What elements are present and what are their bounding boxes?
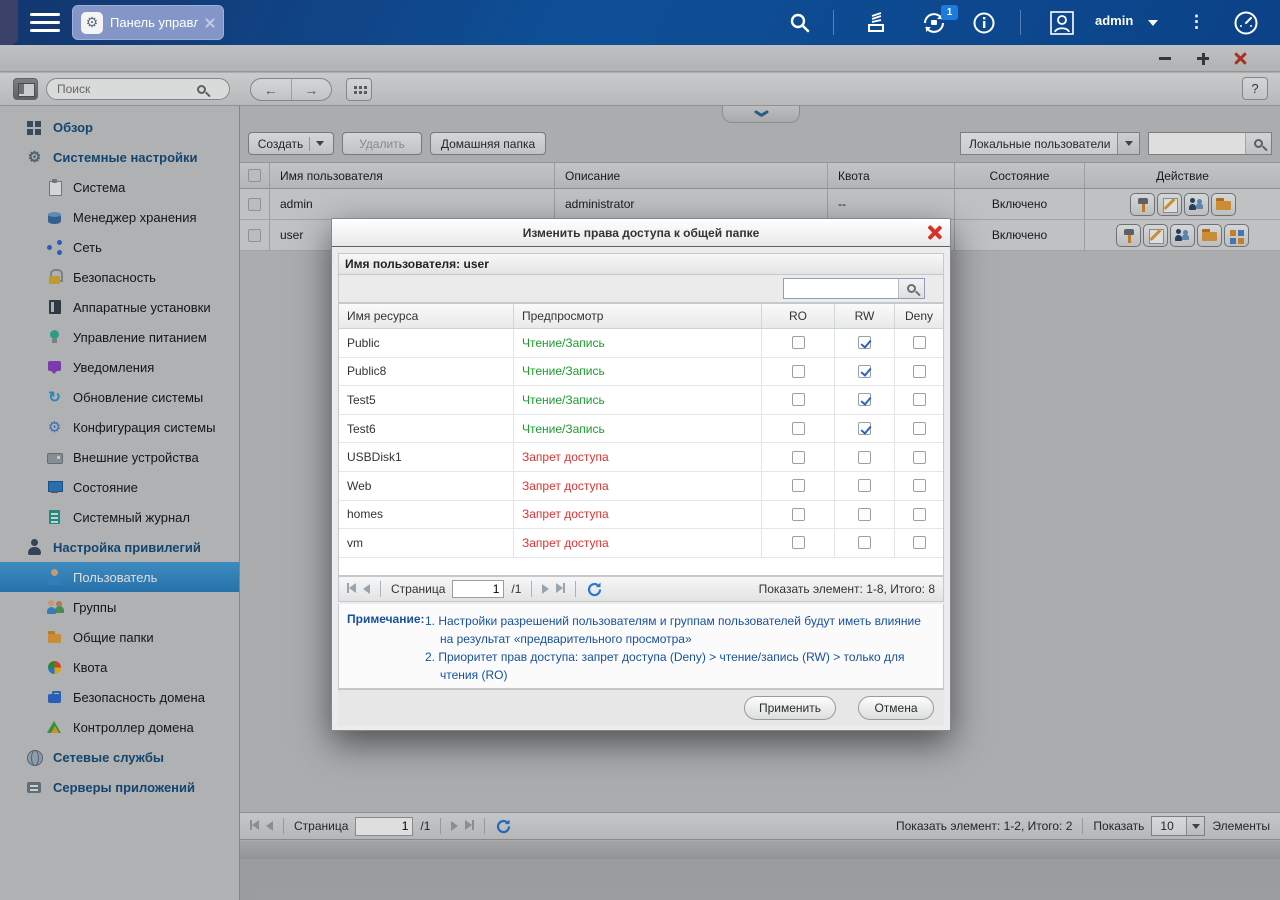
dialog-close-icon[interactable] <box>926 225 941 240</box>
ro-checkbox[interactable] <box>791 450 805 464</box>
folder-search[interactable] <box>783 278 925 299</box>
prev-page-icon[interactable] <box>363 584 370 594</box>
chevron-down-icon <box>1148 20 1158 26</box>
page-count: /1 <box>511 582 522 596</box>
col-rw[interactable]: RW <box>835 304 895 328</box>
deny-checkbox[interactable] <box>912 364 926 378</box>
tab-label: Панель управл... <box>110 15 198 30</box>
tab-control-panel[interactable]: ⚙ Панель управл... <box>72 5 224 40</box>
permissions-table-header: Имя ресурса Предпросмотр RO RW Deny <box>339 304 943 329</box>
next-page-icon[interactable] <box>542 584 550 594</box>
deny-checkbox[interactable] <box>912 507 926 521</box>
ro-checkbox[interactable] <box>791 479 805 493</box>
rw-checkbox[interactable] <box>858 507 871 521</box>
dashboard-gauge-icon[interactable] <box>1232 9 1260 37</box>
permission-row: USBDisk1 Запрет доступа <box>339 443 943 472</box>
col-deny[interactable]: Deny <box>895 304 943 328</box>
rw-checkbox[interactable] <box>858 422 871 436</box>
dialog-footer: Применить Отмена <box>338 689 944 726</box>
folder-search-input[interactable] <box>784 281 898 296</box>
permission-row: Test5 Чтение/Запись <box>339 386 943 415</box>
divider <box>1020 10 1021 35</box>
permission-row: vm Запрет доступа <box>339 529 943 558</box>
dialog-title: Изменить права доступа к общей папке <box>332 219 950 247</box>
note-line-1: 1. Настройки разрешений пользователям и … <box>425 614 921 646</box>
col-preview[interactable]: Предпросмотр <box>514 304 762 328</box>
edit-shared-folder-permission-dialog: Изменить права доступа к общей папке Имя… <box>331 218 951 731</box>
dialog-subtitle: Имя пользователя: user <box>338 253 944 275</box>
global-search-icon[interactable] <box>786 9 814 37</box>
background-tasks-icon[interactable] <box>862 9 890 37</box>
first-page-icon[interactable] <box>347 582 356 596</box>
ro-checkbox[interactable] <box>791 422 805 436</box>
page-number-input[interactable] <box>452 580 505 598</box>
info-icon[interactable] <box>970 9 998 37</box>
rw-checkbox[interactable] <box>858 450 871 464</box>
dialog-note: Примечание: 1. Настройки разрешений поль… <box>338 604 944 689</box>
deny-checkbox[interactable] <box>912 393 926 407</box>
gear-icon: ⚙ <box>81 11 103 34</box>
rw-checkbox[interactable] <box>858 479 871 493</box>
dialog-pagination-bar: Страница /1 Показать элемент: 1-8, Итого… <box>338 576 944 602</box>
user-avatar-icon[interactable] <box>1048 9 1076 37</box>
ro-checkbox[interactable] <box>791 364 805 378</box>
qnap-desktop: ⚙ Панель управл... 1 admin ⋮ Панель упра… <box>0 0 1280 900</box>
col-ro[interactable]: RO <box>762 304 835 328</box>
dialog-search-row <box>338 275 944 303</box>
permissions-table: Имя ресурса Предпросмотр RO RW Deny Publ… <box>338 303 944 576</box>
search-icon[interactable] <box>898 279 924 298</box>
permission-row: Test6 Чтение/Запись <box>339 414 943 444</box>
items-summary: Показать элемент: 1-8, Итого: 8 <box>758 582 935 596</box>
deny-checkbox[interactable] <box>912 336 926 350</box>
top-nav-bar: ⚙ Панель управл... 1 admin ⋮ <box>0 0 1280 45</box>
deny-checkbox[interactable] <box>912 536 926 550</box>
ro-checkbox[interactable] <box>791 507 805 521</box>
note-line-2: 2. Приоритет прав доступа: запрет доступ… <box>425 650 905 682</box>
rw-checkbox[interactable] <box>858 393 871 407</box>
permission-row: homes Запрет доступа <box>339 500 943 530</box>
ro-checkbox[interactable] <box>791 536 805 550</box>
col-resource-name[interactable]: Имя ресурса <box>339 304 514 328</box>
corner-accent <box>0 0 18 45</box>
permission-row: Public Чтение/Запись <box>339 329 943 358</box>
more-options-icon[interactable]: ⋮ <box>1188 8 1205 36</box>
rw-checkbox[interactable] <box>858 336 871 350</box>
notification-badge: 1 <box>941 5 958 20</box>
deny-checkbox[interactable] <box>912 422 926 436</box>
user-menu[interactable]: admin <box>1095 13 1133 28</box>
note-label: Примечание: <box>347 612 425 626</box>
deny-checkbox[interactable] <box>912 450 926 464</box>
deny-checkbox[interactable] <box>912 479 926 493</box>
ro-checkbox[interactable] <box>791 336 805 350</box>
rw-checkbox[interactable] <box>858 536 871 550</box>
cancel-button[interactable]: Отмена <box>858 696 934 720</box>
page-label: Страница <box>391 582 446 596</box>
last-page-icon[interactable] <box>556 582 566 596</box>
permission-row: Web Запрет доступа <box>339 471 943 501</box>
tab-close-icon[interactable] <box>205 18 215 28</box>
refresh-icon[interactable] <box>586 581 603 598</box>
apply-button[interactable]: Применить <box>744 696 836 720</box>
rw-checkbox[interactable] <box>858 364 871 378</box>
ro-checkbox[interactable] <box>791 393 805 407</box>
permission-row: Public8 Чтение/Запись <box>339 357 943 387</box>
main-menu-icon[interactable] <box>30 13 60 32</box>
divider <box>833 10 834 35</box>
